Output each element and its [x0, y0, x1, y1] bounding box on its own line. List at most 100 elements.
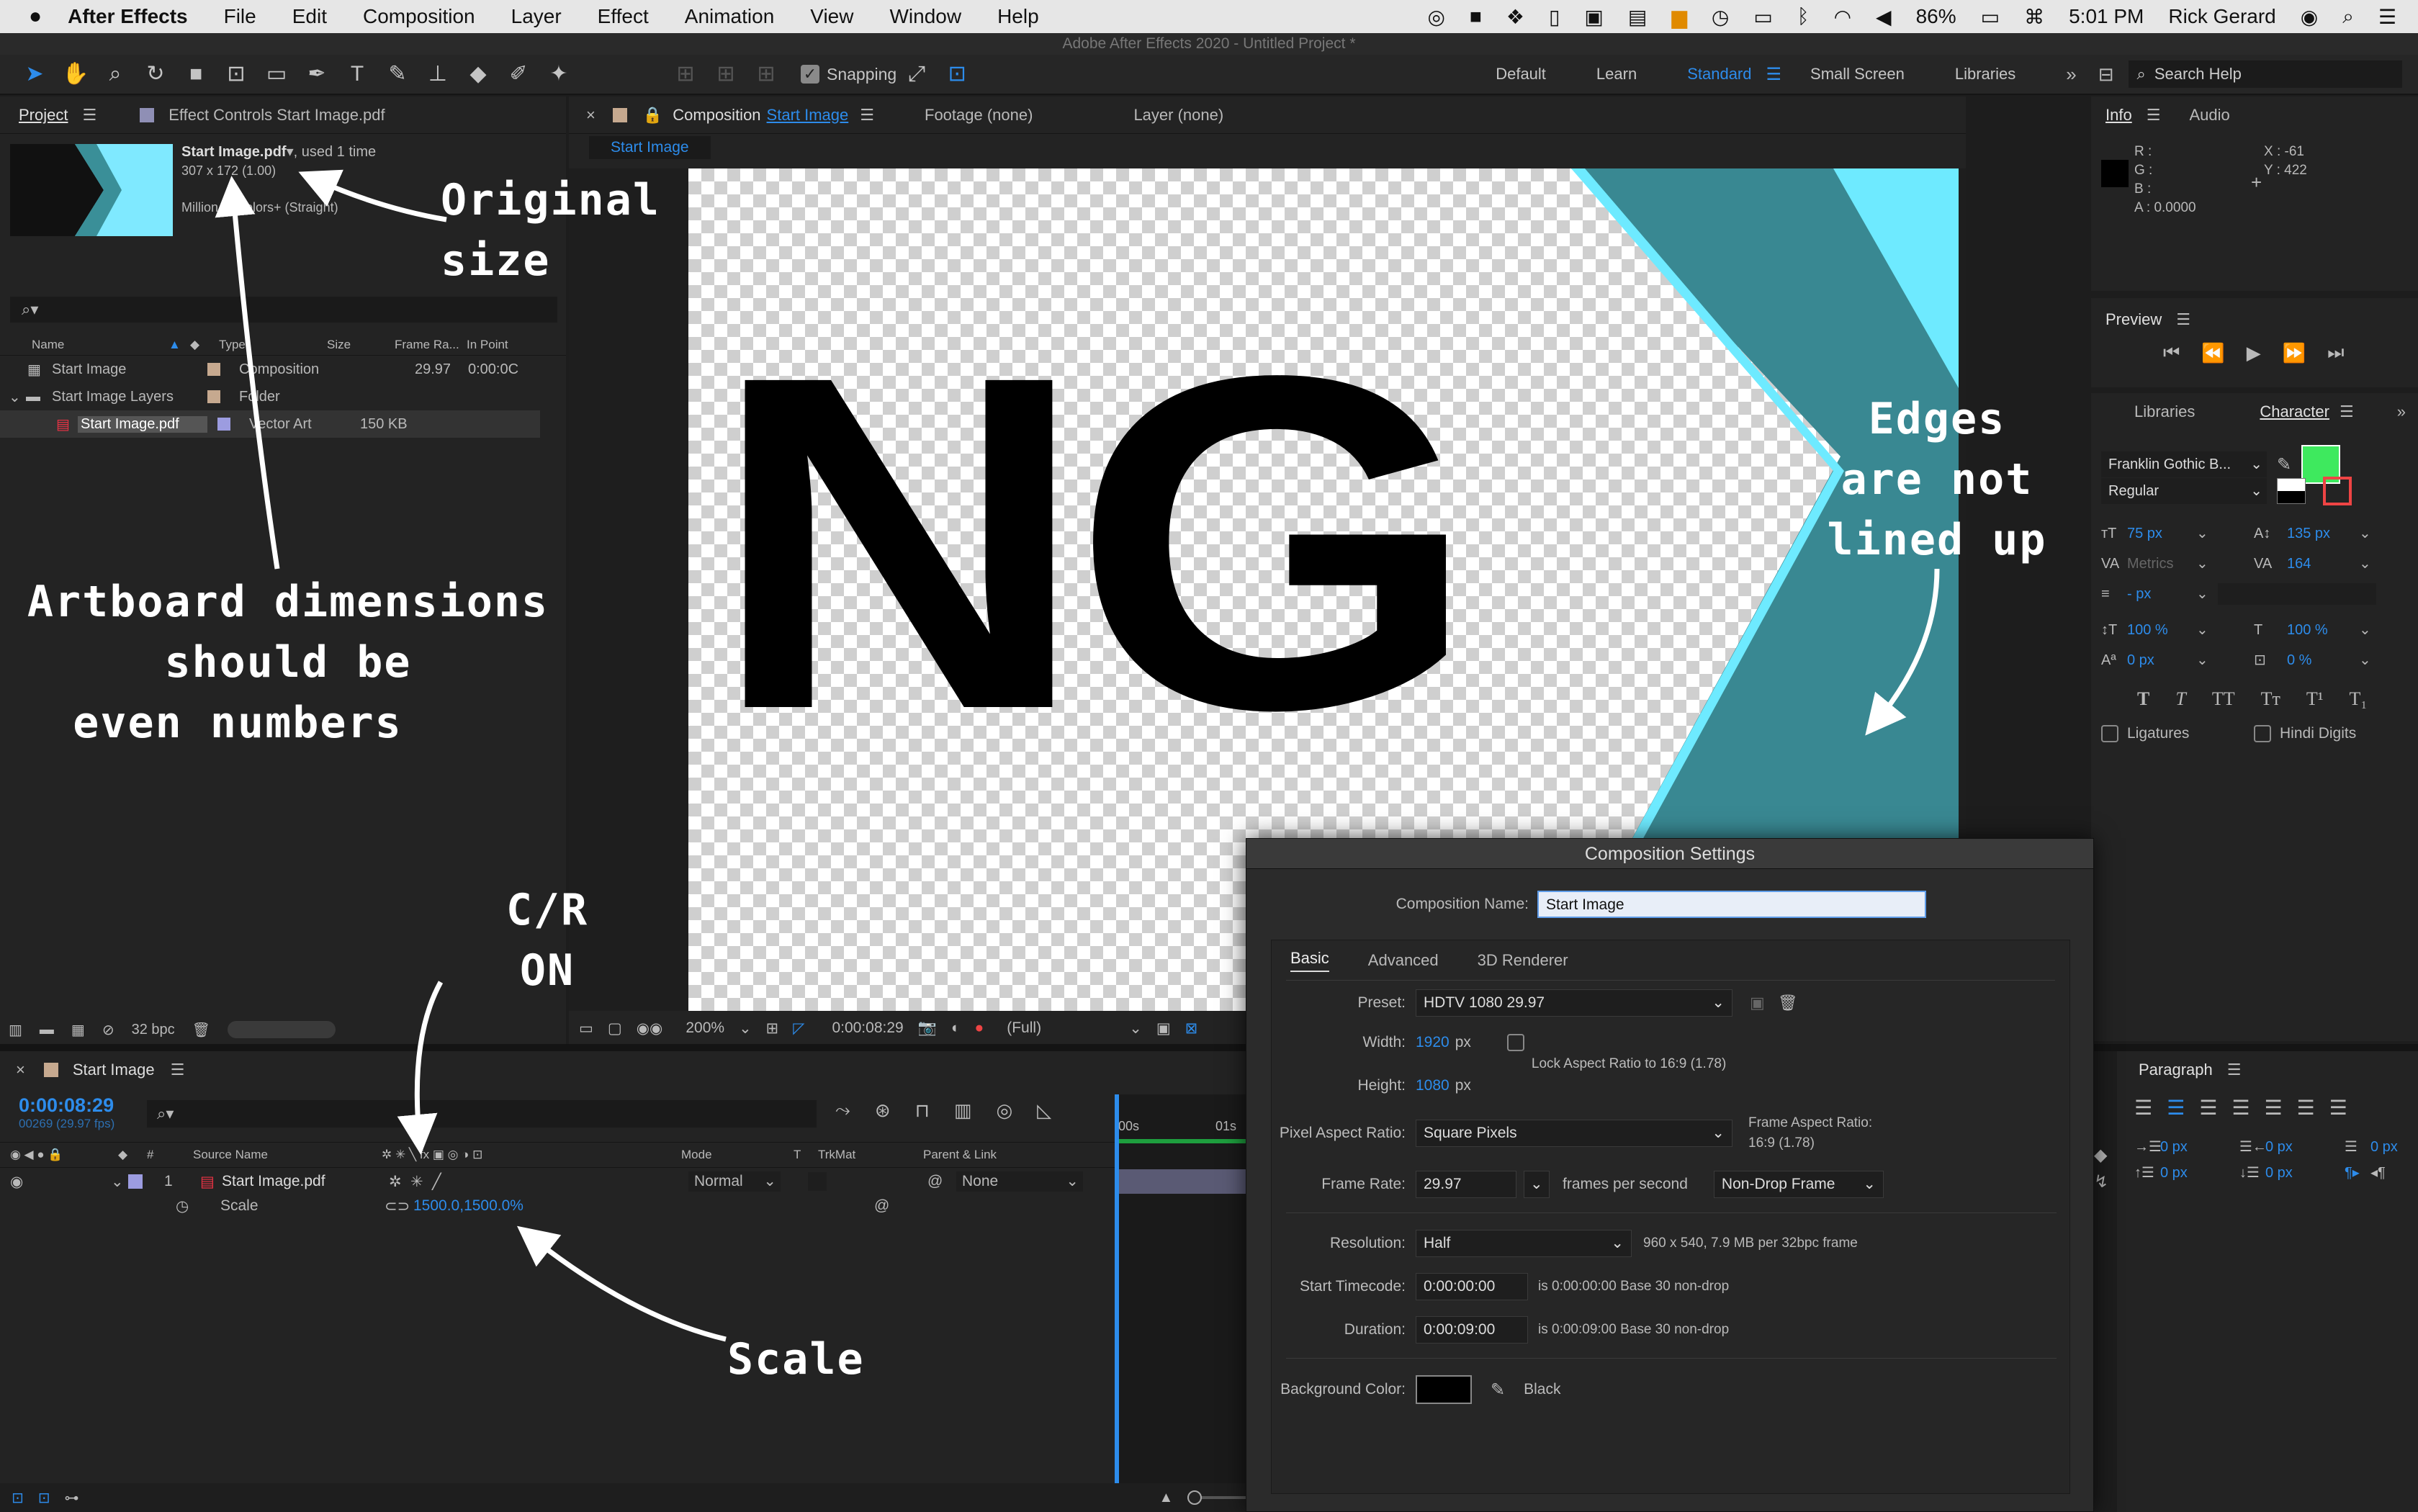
- display-icon[interactable]: ▤: [1628, 5, 1647, 29]
- airplay-icon[interactable]: ▭: [1753, 5, 1772, 29]
- snap-grid-icon[interactable]: ⊡: [944, 61, 970, 87]
- vertical-scale-dropdown-icon[interactable]: ⌄: [2196, 615, 2254, 645]
- graph-editor-icon[interactable]: ◺: [1037, 1099, 1051, 1122]
- constrain-link-icon[interactable]: ⊂⊃: [385, 1197, 413, 1215]
- font-style-select[interactable]: Regular ⌄: [2101, 478, 2267, 504]
- timeline-zoom-slider[interactable]: [1187, 1490, 1246, 1505]
- first-frame-icon[interactable]: ⏮: [2163, 341, 2180, 364]
- vertical-scale-value[interactable]: 100 %: [2127, 615, 2196, 645]
- puppet-pin-icon[interactable]: ✦: [546, 61, 572, 87]
- column-size[interactable]: Size: [327, 338, 395, 352]
- column-inpoint[interactable]: In Point: [467, 338, 508, 352]
- siri-icon[interactable]: ◉: [2301, 5, 2318, 29]
- ligatures-checkbox[interactable]: [2101, 725, 2118, 742]
- font-family-select[interactable]: Franklin Gothic B... ⌄: [2101, 451, 2267, 477]
- justify-left-icon[interactable]: ☰: [2232, 1096, 2250, 1120]
- table-row[interactable]: ▦ Start Image Composition 29.97 0:00:0C: [0, 356, 566, 383]
- selection-tool-icon[interactable]: ➤: [22, 61, 48, 87]
- pixel-aspect-select[interactable]: Square Pixels ⌄: [1416, 1120, 1732, 1147]
- menu-file[interactable]: File: [224, 5, 256, 28]
- fast-preview-icon[interactable]: ⊠: [1185, 1020, 1198, 1038]
- timeline-search[interactable]: ⌕▾: [147, 1100, 817, 1128]
- stroke-type-select[interactable]: [2218, 583, 2376, 605]
- superscript-icon[interactable]: T¹: [2306, 684, 2324, 714]
- view-axis-icon[interactable]: ⊞: [753, 61, 779, 87]
- resolution-select[interactable]: Half ⌄: [1416, 1230, 1632, 1257]
- interpret-icon[interactable]: ▥: [9, 1021, 22, 1039]
- menu-effect[interactable]: Effect: [598, 5, 649, 28]
- column-name[interactable]: Name: [32, 338, 168, 352]
- item-name[interactable]: Start Image.pdf: [181, 144, 287, 160]
- tab-project[interactable]: Project: [19, 106, 68, 125]
- stopwatch-icon[interactable]: ◷: [176, 1197, 220, 1215]
- channel-icon[interactable]: ●: [975, 1020, 984, 1037]
- character-menu-icon[interactable]: ☰: [2340, 402, 2354, 421]
- notification-icon[interactable]: ☰: [2378, 5, 2396, 29]
- pan-behind-icon[interactable]: ⊡: [223, 61, 249, 87]
- table-row[interactable]: ⌄ ▬ Start Image Layers Folder: [0, 383, 566, 410]
- timeline-timecode[interactable]: 0:00:08:29: [19, 1094, 114, 1117]
- start-timecode-input[interactable]: 0:00:00:00: [1416, 1273, 1528, 1300]
- menu-layer[interactable]: Layer: [511, 5, 562, 28]
- workspace-standard[interactable]: Standard: [1687, 65, 1751, 84]
- toggle-time-icon[interactable]: ⊶: [65, 1489, 79, 1507]
- menu-help[interactable]: Help: [997, 5, 1039, 28]
- info-menu-icon[interactable]: ☰: [2147, 106, 2161, 125]
- workspace-toggle-icon[interactable]: ⊟: [2098, 63, 2114, 86]
- eyedropper-icon[interactable]: ✎: [2277, 454, 2291, 475]
- space-after-value[interactable]: 0 px: [2265, 1160, 2345, 1186]
- property-row[interactable]: ◷ Scale ⊂⊃ 1500.0,1500.0% @: [0, 1194, 1115, 1218]
- baseline-dropdown-icon[interactable]: ⌄: [2196, 645, 2254, 675]
- tab-libraries[interactable]: Libraries: [2134, 402, 2195, 421]
- table-row[interactable]: ▤ Start Image.pdf Vector Art 150 KB: [0, 410, 540, 438]
- save-preset-icon[interactable]: ▣: [1750, 994, 1765, 1012]
- faux-italic-icon[interactable]: T: [2175, 684, 2185, 714]
- font-size-value[interactable]: 75 px: [2127, 518, 2196, 549]
- zoom-slider-knob[interactable]: [1187, 1490, 1203, 1505]
- zoom-out-icon[interactable]: ▲: [1159, 1490, 1174, 1506]
- viewer-timecode[interactable]: 0:00:08:29: [832, 1020, 903, 1037]
- pen-tool-icon[interactable]: ✒: [304, 61, 330, 87]
- frame-rate-input[interactable]: 29.97: [1416, 1171, 1516, 1198]
- layer-expand-icon[interactable]: ⌄: [111, 1173, 128, 1191]
- layer-name[interactable]: Start Image.pdf: [222, 1173, 389, 1190]
- close-icon[interactable]: ×: [586, 106, 595, 125]
- align-left-icon[interactable]: ☰: [2134, 1096, 2152, 1120]
- tab-basic[interactable]: Basic: [1290, 949, 1329, 972]
- axis-icon[interactable]: ⊞: [673, 61, 698, 87]
- phone-icon[interactable]: ▯: [1549, 5, 1560, 29]
- justify-center-icon[interactable]: ☰: [2264, 1096, 2282, 1120]
- menu-view[interactable]: View: [810, 5, 853, 28]
- faux-bold-icon[interactable]: T: [2137, 684, 2149, 714]
- small-caps-icon[interactable]: Tт: [2261, 684, 2280, 714]
- kerning-value[interactable]: Metrics: [2127, 549, 2196, 579]
- menu-animation[interactable]: Animation: [685, 5, 775, 28]
- show-snapshot-icon[interactable]: ◐: [951, 1020, 961, 1037]
- hand-tool-icon[interactable]: ✋: [62, 61, 89, 87]
- keyboard-icon[interactable]: ⌘: [2024, 5, 2044, 29]
- justify-right-icon[interactable]: ☰: [2297, 1096, 2315, 1120]
- tab-3d-renderer[interactable]: 3D Renderer: [1478, 951, 1568, 970]
- workspace-menu-icon[interactable]: ☰: [1766, 64, 1782, 85]
- battery-text[interactable]: 86%: [1916, 5, 1956, 28]
- search-help[interactable]: ⌕ Search Help: [2128, 60, 2402, 88]
- layer-duration-bar[interactable]: [1115, 1169, 1246, 1194]
- motion-blur-icon[interactable]: ◎: [996, 1099, 1012, 1122]
- rectangle-tool-icon[interactable]: ▭: [264, 61, 289, 87]
- new-comp-icon[interactable]: ▦: [71, 1021, 85, 1039]
- baseline-value[interactable]: 0 px: [2127, 645, 2196, 675]
- clock[interactable]: 5:01 PM: [2069, 5, 2144, 28]
- resolution-value[interactable]: (Full): [1007, 1020, 1115, 1037]
- justify-all-icon[interactable]: ☰: [2329, 1096, 2347, 1120]
- tab-advanced[interactable]: Advanced: [1368, 951, 1439, 970]
- workspace-learn[interactable]: Learn: [1596, 65, 1637, 84]
- drop-frame-select[interactable]: Non-Drop Frame ⌄: [1713, 1171, 1884, 1198]
- height-value[interactable]: 1080: [1416, 1077, 1450, 1094]
- comp-name-input[interactable]: Start Image: [1537, 891, 1926, 918]
- eraser-tool-icon[interactable]: ◆: [465, 61, 491, 87]
- panel-overflow-icon[interactable]: »: [2397, 402, 2406, 421]
- quality-switch[interactable]: ✳: [410, 1173, 432, 1191]
- footer-scroll[interactable]: [228, 1021, 336, 1038]
- frame-blend-icon[interactable]: ▥: [954, 1099, 972, 1122]
- user-name[interactable]: Rick Gerard: [2168, 5, 2275, 28]
